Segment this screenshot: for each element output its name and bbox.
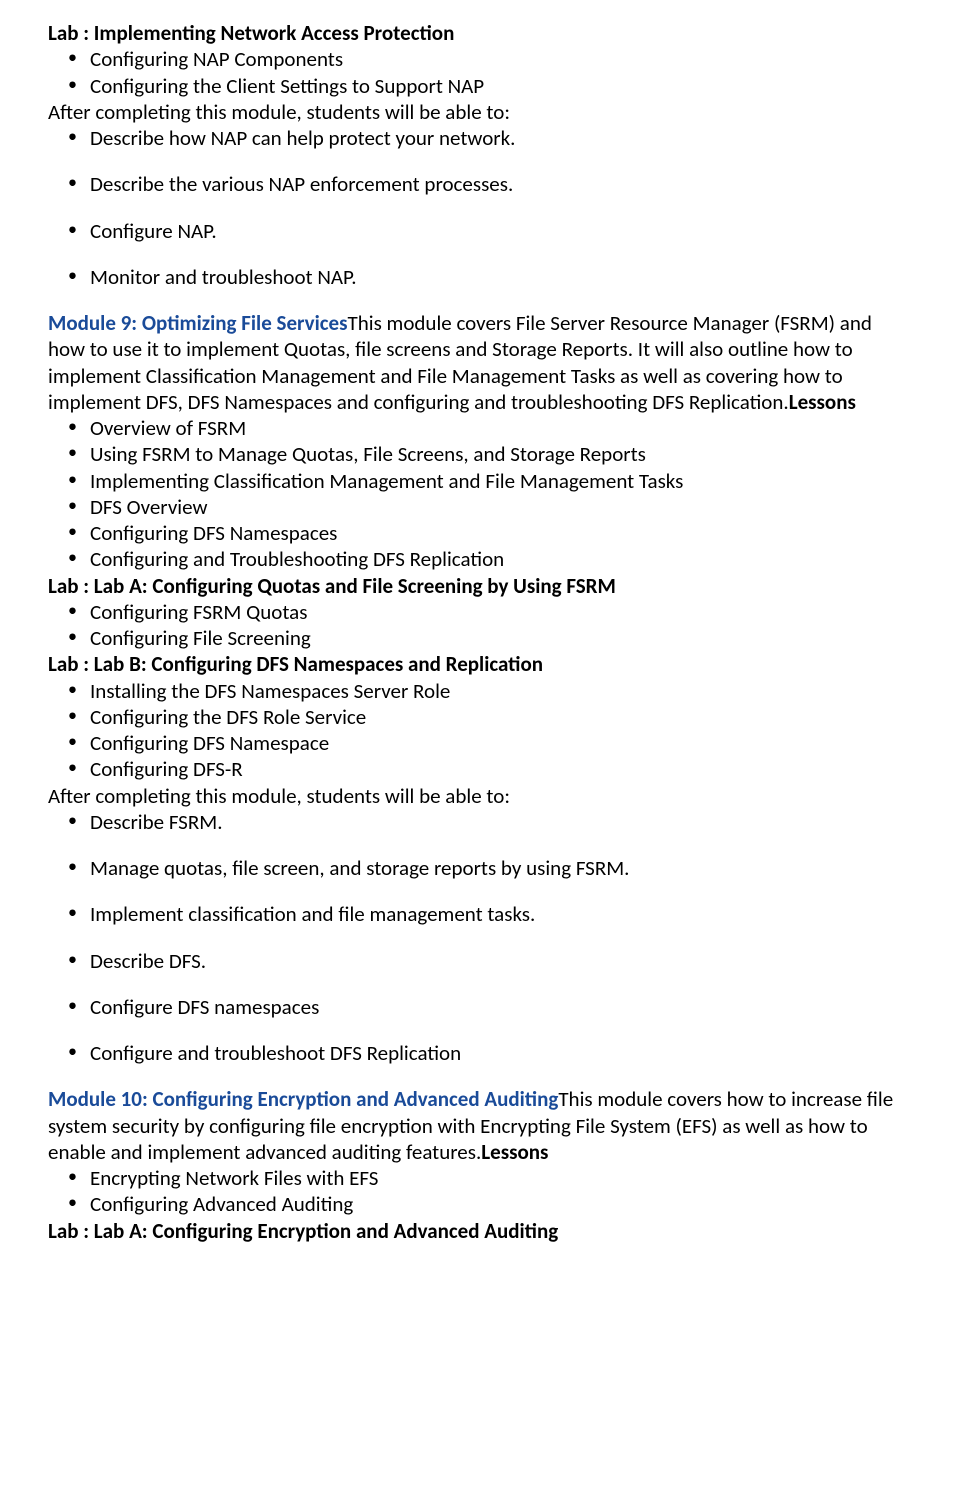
list-item: Configuring NAP Components — [48, 46, 912, 72]
list-item: Describe FSRM. — [48, 809, 912, 835]
list-item: Configuring DFS-R — [48, 756, 912, 782]
list-item: Configuring Advanced Auditing — [48, 1191, 912, 1217]
list-item: Manage quotas, file screen, and storage … — [48, 855, 912, 881]
module10-lessons-list: Encrypting Network Files with EFS Config… — [48, 1165, 912, 1218]
lessons-label-2: Lessons — [481, 1139, 548, 1165]
list-item: Monitor and troubleshoot NAP. — [48, 264, 912, 290]
list-item: Encrypting Network Files with EFS — [48, 1165, 912, 1191]
list-item: Implement classification and file manage… — [48, 901, 912, 927]
list-item: Installing the DFS Namespaces Server Rol… — [48, 678, 912, 704]
module9-paragraph: Module 9: Optimizing File ServicesThis m… — [48, 310, 912, 415]
list-item: Configuring DFS Namespace — [48, 730, 912, 756]
list-item: Configuring the Client Settings to Suppo… — [48, 73, 912, 99]
lessons-label: Lessons — [789, 389, 856, 415]
abilities-list-1: Describe how NAP can help protect your n… — [48, 125, 912, 290]
after-module-text: After completing this module, students w… — [48, 99, 912, 125]
list-item: Configuring the DFS Role Service — [48, 704, 912, 730]
labA2-title: Lab : Lab A: Configuring Encryption and … — [48, 1218, 912, 1244]
labA-list: Configuring FSRM Quotas Configuring File… — [48, 599, 912, 652]
module10-paragraph: Module 10: Configuring Encryption and Ad… — [48, 1086, 912, 1165]
list-item: Configuring and Troubleshooting DFS Repl… — [48, 546, 912, 572]
labA-title: Lab : Lab A: Configuring Quotas and File… — [48, 573, 912, 599]
module10-title: Module 10: Configuring Encryption and Ad… — [48, 1086, 558, 1112]
list-item: Describe the various NAP enforcement pro… — [48, 171, 912, 197]
list-item: Describe DFS. — [48, 948, 912, 974]
labB-title: Lab : Lab B: Configuring DFS Namespaces … — [48, 651, 912, 677]
list-item: DFS Overview — [48, 494, 912, 520]
abilities-list-2: Describe FSRM. Manage quotas, file scree… — [48, 809, 912, 1067]
list-item: Overview of FSRM — [48, 415, 912, 441]
module9-lessons-list: Overview of FSRM Using FSRM to Manage Qu… — [48, 415, 912, 573]
list-item: Using FSRM to Manage Quotas, File Screen… — [48, 441, 912, 467]
list-item: Configuring DFS Namespaces — [48, 520, 912, 546]
list-item: Configure and troubleshoot DFS Replicati… — [48, 1040, 912, 1066]
lab-nap-list: Configuring NAP Components Configuring t… — [48, 46, 912, 99]
list-item: Configuring File Screening — [48, 625, 912, 651]
after-module-text-2: After completing this module, students w… — [48, 783, 912, 809]
module9-title: Module 9: Optimizing File Services — [48, 310, 348, 336]
list-item: Configuring FSRM Quotas — [48, 599, 912, 625]
list-item: Describe how NAP can help protect your n… — [48, 125, 912, 151]
list-item: Configure NAP. — [48, 218, 912, 244]
labB-list: Installing the DFS Namespaces Server Rol… — [48, 678, 912, 783]
list-item: Implementing Classification Management a… — [48, 468, 912, 494]
list-item: Configure DFS namespaces — [48, 994, 912, 1020]
lab-nap-title: Lab : Implementing Network Access Protec… — [48, 20, 912, 46]
